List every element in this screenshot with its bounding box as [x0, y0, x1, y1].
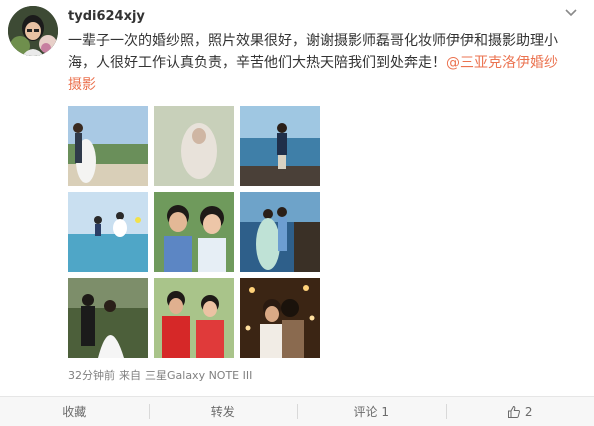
wedding-beach-couple-photo	[68, 106, 148, 186]
comment-label: 评论 1	[354, 403, 389, 420]
repost-label: 转发	[211, 403, 235, 420]
veil-closeup-photo	[154, 106, 234, 186]
photo-thumbnail[interactable]	[154, 278, 234, 358]
chevron-down-icon[interactable]	[562, 4, 580, 22]
couple-in-forest-photo	[68, 278, 148, 358]
avatar-image	[8, 6, 58, 56]
comment-button[interactable]: 评论 1	[297, 397, 446, 426]
source-device[interactable]: 三星Galaxy NOTE III	[145, 369, 252, 382]
groom-on-rocks-photo	[240, 106, 320, 186]
couple-jumping-sea-photo	[68, 192, 148, 272]
favorite-button[interactable]: 收藏	[0, 397, 149, 426]
couple-red-jerseys-photo	[154, 278, 234, 358]
post-time[interactable]: 32分钟前	[68, 369, 115, 382]
thumbs-up-icon	[507, 405, 521, 419]
couple-with-glasses-photo	[154, 192, 234, 272]
photo-thumbnail[interactable]	[240, 106, 320, 186]
post-meta: 32分钟前来自三星Galaxy NOTE III	[68, 367, 256, 383]
photo-grid	[68, 106, 320, 358]
post-text: 一辈子一次的婚纱照，照片效果很好，谢谢摄影师磊哥化妆师伊伊和摄影助理小海，人很好…	[68, 30, 568, 96]
photo-thumbnail[interactable]	[240, 192, 320, 272]
photo-thumbnail[interactable]	[240, 278, 320, 358]
repost-button[interactable]: 转发	[149, 397, 298, 426]
username[interactable]: tydi624xjy	[68, 9, 145, 24]
source-prefix: 来自	[119, 369, 141, 382]
avatar[interactable]	[8, 6, 58, 56]
photo-thumbnail[interactable]	[154, 192, 234, 272]
couple-kiss-lights-photo	[240, 278, 320, 358]
couple-on-pier-photo	[240, 192, 320, 272]
favorite-label: 收藏	[62, 403, 86, 420]
like-count: 2	[525, 405, 533, 419]
photo-thumbnail[interactable]	[154, 106, 234, 186]
like-button[interactable]: 2	[446, 397, 594, 426]
action-bar: 收藏 转发 评论 1 2	[0, 396, 594, 426]
photo-thumbnail[interactable]	[68, 192, 148, 272]
photo-thumbnail[interactable]	[68, 278, 148, 358]
photo-thumbnail[interactable]	[68, 106, 148, 186]
